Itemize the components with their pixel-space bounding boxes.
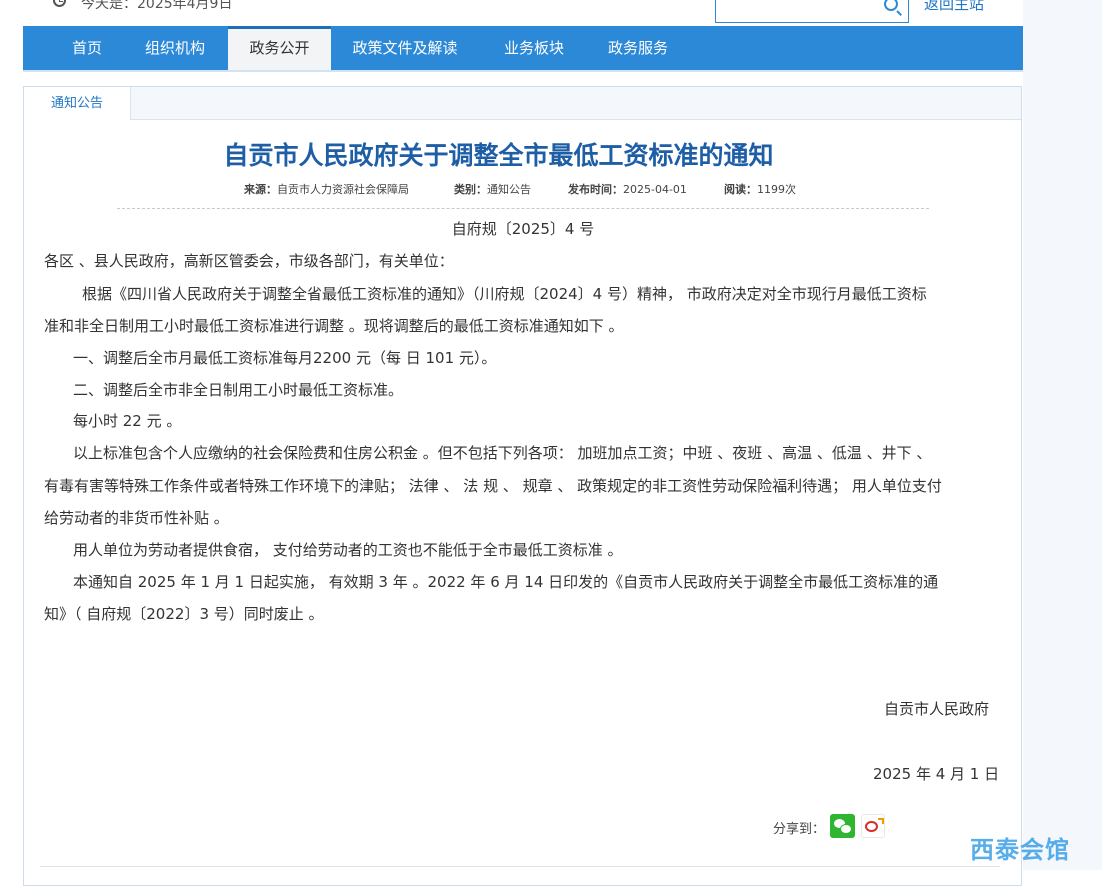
paragraph-line: 知》（ 自府规〔2022〕3 号）同时废止 。 bbox=[44, 605, 324, 623]
signature-issuer: 自贡市人民政府 bbox=[884, 700, 990, 718]
top-bar: 今天是：2025年4月9日 返回主站 bbox=[23, 0, 1023, 26]
wechat-share-icon[interactable] bbox=[830, 814, 855, 838]
paragraph-line: 一、调整后全市月最低工资标准每月2200 元（每 日 101 元）。 bbox=[73, 349, 497, 367]
paragraph-line: 根据《四川省人民政府关于调整全省最低工资标准的通知》（川府规〔2024〕4 号）… bbox=[82, 285, 927, 303]
nav-item-services[interactable]: 政务服务 bbox=[593, 26, 683, 70]
salutation: 各区 、县人民政府，高新区管委会，市级各部门，有关单位： bbox=[44, 252, 454, 270]
paragraph-line: 二、调整后全市非全日制用工小时最低工资标准。 bbox=[73, 381, 404, 399]
meta-publish-time: 发布时间：2025-04-01 bbox=[568, 183, 687, 196]
meta-views: 阅读：1199次 bbox=[724, 183, 796, 196]
nav-item-home[interactable]: 首页 bbox=[47, 26, 127, 70]
return-main-site-link[interactable]: 返回主站 bbox=[924, 0, 984, 14]
meta-divider bbox=[117, 208, 929, 209]
paragraph-line: 准和非全日制用工小时最低工资标准进行调整 。现将调整后的最低工资标准通知如下 。 bbox=[44, 317, 624, 335]
nav-item-government-affairs[interactable]: 政务公开 bbox=[228, 26, 331, 70]
bottom-divider bbox=[40, 866, 1000, 867]
tab-notice[interactable]: 通知公告 bbox=[24, 87, 131, 120]
main-nav: 首页 组织机构 政务公开 政策文件及解读 业务板块 政务服务 bbox=[23, 26, 1023, 70]
meta-category: 类别：通知公告 bbox=[454, 183, 531, 196]
paragraph-line: 给劳动者的非货币性补贴 。 bbox=[44, 509, 229, 527]
document-number: 自府规〔2025〕4 号 bbox=[451, 220, 595, 238]
signature-date: 2025 年 4 月 1 日 bbox=[873, 765, 1000, 783]
tab-strip: 通知公告 bbox=[24, 87, 1021, 120]
search-input[interactable] bbox=[715, 0, 909, 23]
share-label: 分享到： bbox=[773, 822, 826, 837]
paragraph-line: 本通知自 2025 年 1 月 1 日起实施， 有效期 3 年 。2022 年 … bbox=[73, 573, 939, 591]
nav-item-business[interactable]: 业务板块 bbox=[489, 26, 579, 70]
page-right-margin bbox=[1023, 0, 1102, 870]
search-icon[interactable] bbox=[884, 0, 898, 11]
paragraph-line: 每小时 22 元 。 bbox=[73, 412, 182, 430]
weibo-share-icon[interactable] bbox=[861, 814, 885, 838]
clock-icon bbox=[53, 0, 66, 7]
nav-item-policy-documents[interactable]: 政策文件及解读 bbox=[339, 26, 471, 70]
meta-source: 来源：自贡市人力资源社会保障局 bbox=[244, 183, 409, 196]
paragraph-line: 有毒有害等特殊工作条件或者特殊工作环境下的津贴； 法律 、 法 规 、 规章 、… bbox=[44, 477, 942, 495]
nav-divider bbox=[23, 70, 1023, 72]
nav-item-organization[interactable]: 组织机构 bbox=[131, 26, 219, 70]
current-date: 今天是：2025年4月9日 bbox=[81, 0, 233, 12]
paragraph-line: 以上标准包含个人应缴纳的社会保险费和住房公积金 。但不包括下列各项： 加班加点工… bbox=[73, 444, 932, 462]
article-title: 自贡市人民政府关于调整全市最低工资标准的通知 bbox=[223, 141, 774, 170]
paragraph-line: 用人单位为劳动者提供食宿， 支付给劳动者的工资也不能低于全市最低工资标准 。 bbox=[73, 541, 623, 559]
watermark: 西泰会馆 bbox=[970, 836, 1070, 864]
